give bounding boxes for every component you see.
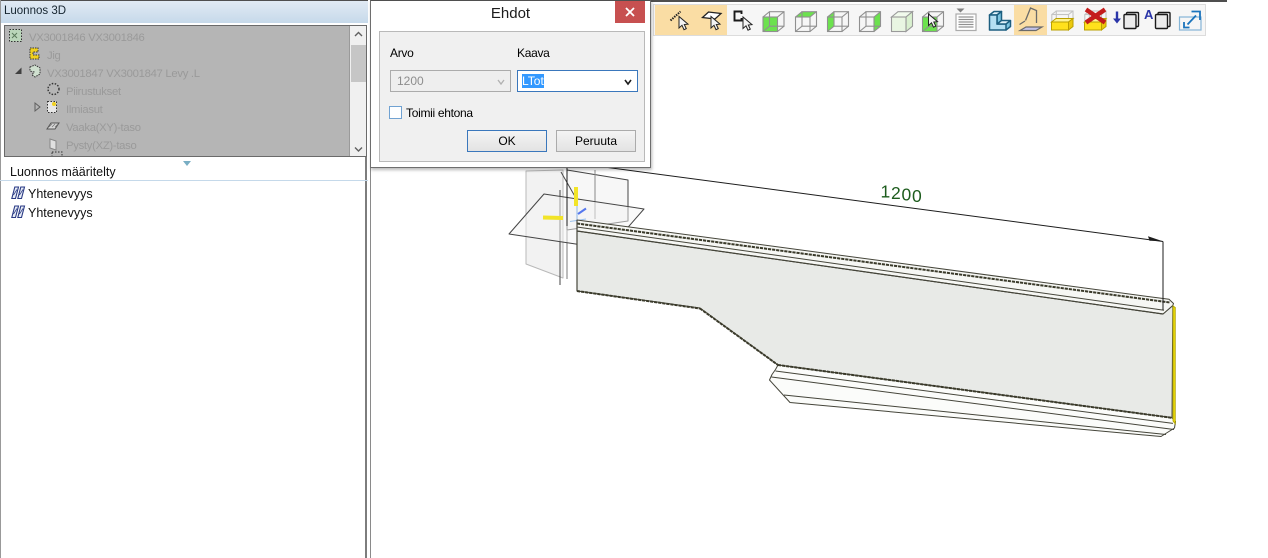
svg-text:Pysty(XZ)-taso: Pysty(XZ)-taso <box>66 140 137 152</box>
svg-text:Ilmiasut: Ilmiasut <box>66 104 104 116</box>
svg-text:VX3001847 VX3001847 Levy .L: VX3001847 VX3001847 Levy .L <box>47 68 200 80</box>
svg-text:0: 0 <box>912 186 922 206</box>
svg-text:Piirustukset: Piirustukset <box>66 86 122 98</box>
svg-text:VX3001846 VX3001846: VX3001846 VX3001846 <box>29 32 145 44</box>
svg-text:A: A <box>1144 7 1154 22</box>
svg-text:Vaaka(XY)-taso: Vaaka(XY)-taso <box>66 122 141 134</box>
svg-text:2: 2 <box>891 183 901 203</box>
svg-text:0: 0 <box>902 184 912 204</box>
svg-text:1: 1 <box>881 182 891 202</box>
svg-text:Jig: Jig <box>47 50 61 62</box>
